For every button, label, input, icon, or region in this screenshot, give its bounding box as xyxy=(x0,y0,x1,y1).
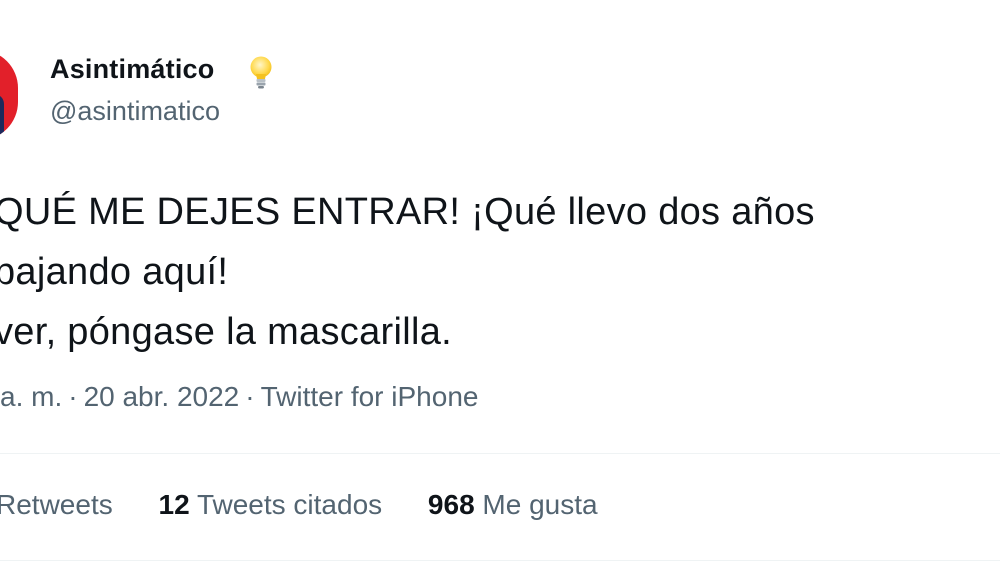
meta-separator: · xyxy=(68,381,78,412)
retweets-stat[interactable]: Retweets xyxy=(0,489,113,521)
author-display-name[interactable]: Asintimático xyxy=(50,54,214,85)
tweet-source[interactable]: Twitter for iPhone xyxy=(261,381,479,412)
likes-count: 968 xyxy=(427,489,475,520)
meta-separator: · xyxy=(245,381,255,412)
likes-label: Me gusta xyxy=(482,489,598,520)
tweet-date[interactable]: 20 abr. 2022 xyxy=(84,381,240,412)
tweet-time[interactable]: a. m. xyxy=(0,381,62,412)
engagement-stats: Retweets 12 Tweets citados 968 Me gusta xyxy=(0,489,636,521)
avatar[interactable] xyxy=(0,50,18,140)
quote-tweets-count: 12 xyxy=(158,489,190,520)
divider xyxy=(0,560,1000,561)
retweets-label: Retweets xyxy=(0,489,113,520)
author-handle[interactable]: @asintimatico xyxy=(50,96,220,127)
tweet-text-line: ver, póngase la mascarilla. xyxy=(0,311,452,353)
avatar-figure xyxy=(0,94,4,140)
divider xyxy=(0,453,1000,454)
tweet-text: QUÉ ME DEJES ENTRAR! ¡Qué llevo dos años… xyxy=(0,182,994,362)
quote-tweets-label: Tweets citados xyxy=(196,489,383,520)
tweet-detail: Asintimático @asintimatico QUÉ ME DEJES … xyxy=(0,0,1000,567)
tweet-text-line: QUÉ ME DEJES ENTRAR! ¡Qué llevo dos años xyxy=(0,191,815,233)
tweet-text-line: bajando aquí! xyxy=(0,251,229,293)
quote-tweets-stat[interactable]: 12 Tweets citados xyxy=(159,489,383,521)
likes-stat[interactable]: 968 Me gusta xyxy=(428,489,598,521)
light-bulb-icon xyxy=(250,56,272,89)
tweet-metadata: a. m. · 20 abr. 2022 · Twitter for iPhone xyxy=(0,381,478,413)
